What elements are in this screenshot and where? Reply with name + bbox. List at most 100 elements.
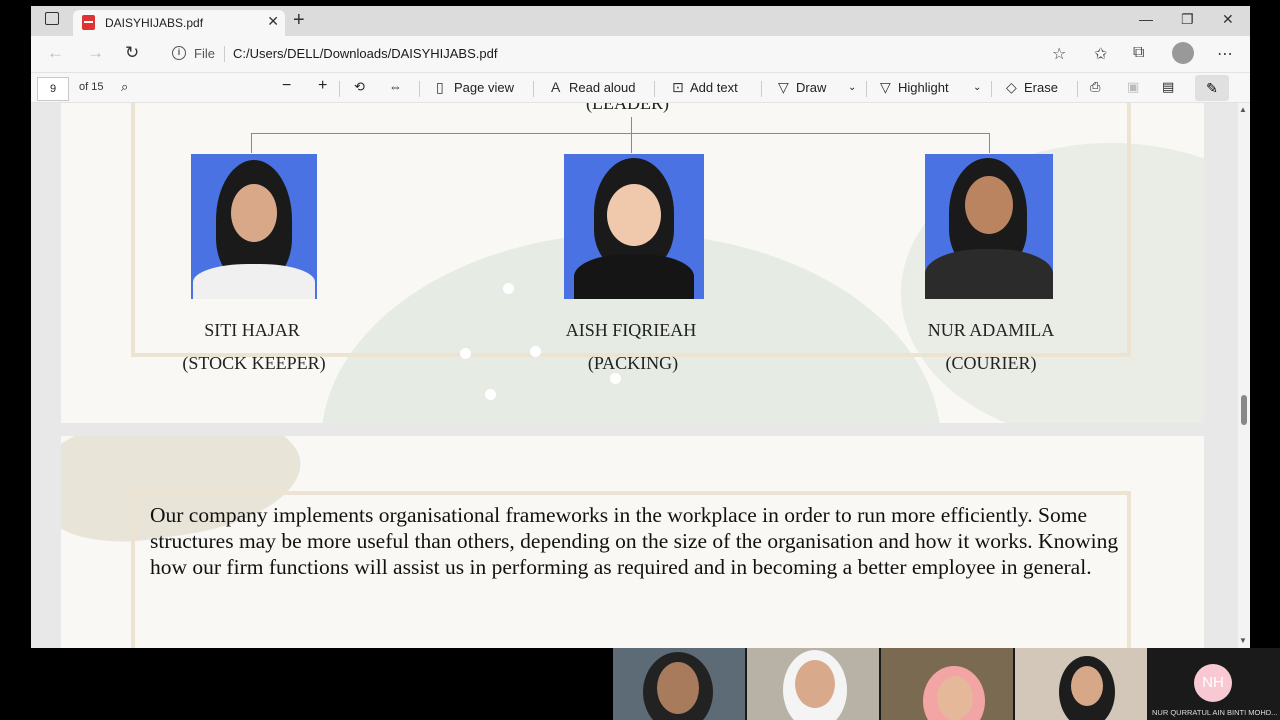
highlight-icon: ▽ bbox=[880, 79, 891, 95]
toolbar-divider bbox=[654, 81, 655, 97]
photo-face bbox=[231, 184, 277, 242]
restore-icon[interactable]: ❐ bbox=[1181, 11, 1194, 28]
scrollbar-thumb[interactable] bbox=[1241, 395, 1247, 425]
photo-shoulders bbox=[925, 249, 1053, 299]
add-favorite-icon[interactable]: ☆ bbox=[1052, 44, 1066, 64]
participant-avatar[interactable]: NH bbox=[1194, 664, 1232, 702]
member-name: NUR ADAMILA bbox=[927, 320, 1055, 340]
add-text-label: Add text bbox=[690, 80, 738, 95]
save-icon[interactable]: ▣ bbox=[1127, 79, 1139, 95]
vertical-scrollbar[interactable]: ▲ ▼ bbox=[1238, 103, 1250, 648]
tab-bar: DAISYHIJABS.pdf ✕ + — ❐ ✕ bbox=[31, 6, 1250, 36]
close-window-icon[interactable]: ✕ bbox=[1222, 11, 1234, 28]
decorative-dot bbox=[503, 283, 514, 294]
tab-daisyhijabs[interactable]: DAISYHIJABS.pdf ✕ bbox=[73, 10, 285, 36]
tab-close-icon[interactable]: ✕ bbox=[267, 13, 279, 30]
connector-line bbox=[631, 133, 632, 153]
add-text-icon: ⊡ bbox=[672, 79, 684, 95]
draw-label: Draw bbox=[796, 80, 827, 95]
connector-line bbox=[989, 133, 990, 153]
address-bar-row: ← → ↻ i File C:/Users/DELL/Downloads/DAI… bbox=[31, 36, 1250, 72]
page-view-icon: ▯ bbox=[436, 79, 444, 95]
more-menu-icon[interactable]: ⋯ bbox=[1217, 44, 1233, 64]
participant-face bbox=[937, 676, 973, 720]
page-number-input[interactable]: 9 bbox=[37, 77, 69, 101]
decorative-dot bbox=[485, 389, 496, 400]
pdf-page: Our company implements organisational fr… bbox=[61, 436, 1204, 648]
refresh-icon[interactable]: ↻ bbox=[125, 43, 139, 63]
toolbar-divider bbox=[339, 81, 340, 97]
eraser-icon: ◇ bbox=[1006, 79, 1017, 95]
url-field[interactable]: i File C:/Users/DELL/Downloads/DAISYHIJA… bbox=[160, 40, 1080, 68]
erase-button[interactable]: ◇ Erase bbox=[1006, 79, 1058, 96]
fit-width-icon[interactable]: ⇔ bbox=[389, 79, 402, 94]
highlight-button[interactable]: ▽ Highlight bbox=[880, 79, 949, 96]
tab-title: DAISYHIJABS.pdf bbox=[105, 16, 204, 30]
search-icon[interactable]: ⌕ bbox=[121, 79, 128, 95]
draw-button[interactable]: ▽ Draw bbox=[778, 79, 826, 96]
member-name: AISH FIQRIEAH bbox=[565, 320, 697, 340]
pin-toolbar-icon[interactable]: ✎ bbox=[1195, 75, 1229, 101]
toolbar-divider bbox=[866, 81, 867, 97]
pdf-file-icon bbox=[82, 15, 95, 30]
draw-chevron-down-icon[interactable]: ⌄ bbox=[848, 82, 856, 93]
highlight-chevron-down-icon[interactable]: ⌄ bbox=[973, 82, 981, 93]
page-count: of 15 bbox=[79, 81, 104, 93]
decorative-dot bbox=[610, 373, 621, 384]
connector-line bbox=[631, 117, 632, 134]
participant-video[interactable] bbox=[881, 648, 1013, 720]
pdf-page: (LEADER) SITI HAJAR (STOCK KEEPER) AISH … bbox=[61, 103, 1204, 423]
collections-icon[interactable]: ⧉ bbox=[1133, 44, 1144, 62]
participant-face bbox=[1071, 666, 1103, 706]
url-text: C:/Users/DELL/Downloads/DAISYHIJABS.pdf bbox=[233, 46, 498, 61]
scheme-label: File bbox=[194, 46, 215, 61]
participant-video[interactable] bbox=[747, 648, 879, 720]
leader-role: (LEADER) bbox=[586, 103, 669, 113]
scroll-down-icon[interactable]: ▼ bbox=[1239, 636, 1247, 645]
print-icon[interactable]: ⎙ bbox=[1090, 79, 1100, 95]
url-separator bbox=[224, 46, 225, 62]
connector-line bbox=[251, 133, 989, 134]
participant-video[interactable] bbox=[1015, 648, 1147, 720]
favorites-icon[interactable]: ✩ bbox=[1094, 44, 1107, 64]
toolbar-divider bbox=[533, 81, 534, 97]
highlight-label: Highlight bbox=[898, 80, 949, 95]
scroll-up-icon[interactable]: ▲ bbox=[1239, 105, 1247, 114]
page-view-label: Page view bbox=[454, 80, 514, 95]
zoom-in-icon[interactable]: + bbox=[318, 77, 327, 95]
draw-icon: ▽ bbox=[778, 79, 789, 95]
read-aloud-label: Read aloud bbox=[569, 80, 636, 95]
new-tab-icon[interactable]: + bbox=[293, 10, 305, 30]
forward-icon[interactable]: → bbox=[87, 43, 104, 63]
decorative-dot bbox=[460, 348, 471, 359]
rotate-icon[interactable]: ⟲ bbox=[354, 79, 365, 95]
page-view-button[interactable]: ▯ Page view bbox=[436, 79, 514, 96]
zoom-out-icon[interactable]: − bbox=[282, 77, 291, 95]
tab-actions-icon[interactable] bbox=[45, 12, 59, 25]
pdf-toolbar: 9 of 15 ⌕ − + ⟲ ⇔ ▯ Page view A Read aloud… bbox=[31, 72, 1250, 103]
back-icon[interactable]: ← bbox=[47, 43, 64, 63]
photo-shoulders bbox=[574, 254, 694, 299]
connector-line bbox=[251, 133, 252, 153]
member-role: (PACKING) bbox=[587, 353, 679, 373]
read-aloud-button[interactable]: A Read aloud bbox=[551, 79, 636, 95]
read-aloud-icon: A bbox=[551, 79, 561, 95]
photo-shoulders bbox=[193, 264, 315, 299]
photo-face bbox=[965, 176, 1013, 234]
member-role: (STOCK KEEPER) bbox=[182, 353, 326, 373]
profile-avatar[interactable] bbox=[1172, 42, 1194, 64]
decorative-dot bbox=[530, 346, 541, 357]
toolbar-divider bbox=[1077, 81, 1078, 97]
save-as-icon[interactable]: ▤ bbox=[1162, 79, 1174, 95]
participant-video[interactable] bbox=[613, 648, 745, 720]
info-icon[interactable]: i bbox=[172, 46, 186, 60]
toolbar-divider bbox=[991, 81, 992, 97]
participant-name: NUR QURRATUL AIN BINTI MOHD... bbox=[1152, 708, 1278, 717]
minimize-icon[interactable]: — bbox=[1139, 11, 1153, 27]
body-paragraph: Our company implements organisational fr… bbox=[150, 503, 1119, 579]
member-photo bbox=[564, 154, 704, 299]
pdf-viewport[interactable]: (LEADER) SITI HAJAR (STOCK KEEPER) AISH … bbox=[31, 103, 1238, 648]
add-text-button[interactable]: ⊡ Add text bbox=[672, 79, 738, 96]
member-photo bbox=[925, 154, 1053, 299]
toolbar-divider bbox=[761, 81, 762, 97]
